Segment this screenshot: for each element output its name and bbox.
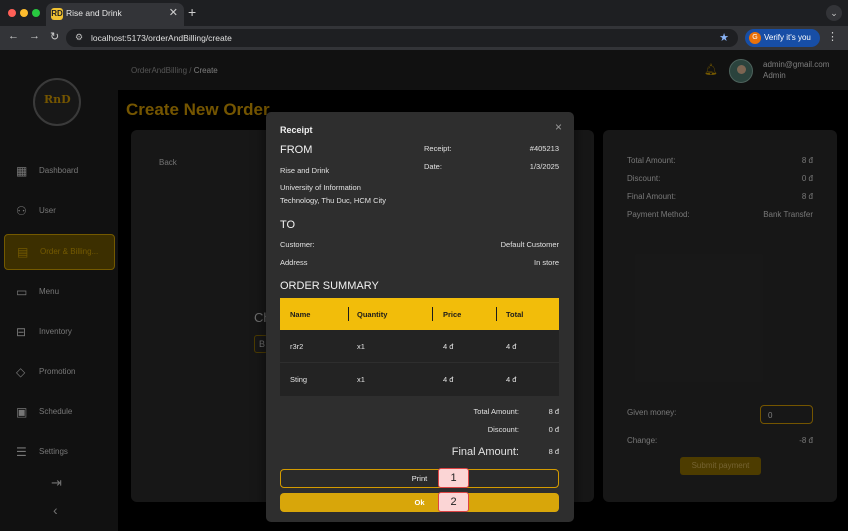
modal-final-label: Final Amount: <box>451 446 519 458</box>
receipt-label: Receipt: <box>424 144 452 153</box>
customer-label: Customer: <box>280 240 315 249</box>
annotation-badge-1: 1 <box>438 468 469 488</box>
cell-total: 4 đ <box>506 375 517 384</box>
tab-search-icon[interactable]: ⌄ <box>826 5 842 21</box>
cell-name: r3r2 <box>290 342 304 351</box>
column-divider <box>432 307 433 321</box>
site-info-icon[interactable]: ⚙ <box>75 32 83 43</box>
date-value: 1/3/2025 <box>529 162 559 171</box>
receipt-modal: Receipt × FROM Receipt: #405213 Rise and… <box>266 112 574 522</box>
close-tab-icon[interactable]: ✕ <box>169 6 178 19</box>
store-address-line1: University of Information <box>280 183 361 192</box>
modal-title: Receipt <box>280 125 313 135</box>
browser-tab-bar: RD Rise and Drink ✕ + ⌄ <box>0 0 848 26</box>
customer-value: Default Customer <box>500 240 559 249</box>
forward-arrow-icon[interactable]: → <box>29 30 40 42</box>
order-items-table: Name Quantity Price Total r3r2 x1 4 đ 4 … <box>280 298 559 396</box>
modal-total-label: Total Amount: <box>473 407 519 416</box>
table-header: Name Quantity Price Total <box>280 298 559 330</box>
reload-icon[interactable]: ↻ <box>50 30 59 43</box>
column-header-price: Price <box>443 310 462 319</box>
verify-button[interactable]: G Verify it's you <box>745 29 820 47</box>
table-row: r3r2 x1 4 đ 4 đ <box>280 330 559 363</box>
date-label: Date: <box>424 162 442 171</box>
modal-discount-label: Discount: <box>487 425 519 434</box>
new-tab-button[interactable]: + <box>188 4 196 20</box>
ok-button[interactable]: Ok <box>280 493 559 512</box>
print-button[interactable]: Print <box>280 469 559 488</box>
modal-final-value: 8 đ <box>548 447 559 456</box>
profile-icon: G <box>749 32 761 44</box>
bookmark-star-icon[interactable]: ★ <box>719 31 729 44</box>
column-divider <box>348 307 349 321</box>
table-row: Sting x1 4 đ 4 đ <box>280 363 559 396</box>
modal-total-value: 8 đ <box>548 407 559 416</box>
maximize-window-dot[interactable] <box>32 9 40 17</box>
cell-name: Sting <box>290 375 308 384</box>
close-window-dot[interactable] <box>8 9 16 17</box>
store-address-line2: Technology, Thu Duc, HCM City <box>280 196 387 205</box>
store-name: Rise and Drink <box>280 166 330 175</box>
cell-quantity: x1 <box>357 342 365 351</box>
close-icon[interactable]: × <box>555 120 562 134</box>
column-header-quantity: Quantity <box>357 310 388 319</box>
from-heading: FROM <box>280 144 313 156</box>
address-label: Address <box>280 258 308 267</box>
cell-quantity: x1 <box>357 375 365 384</box>
order-summary-heading: ORDER SUMMARY <box>280 280 379 292</box>
cell-price: 4 đ <box>443 342 454 351</box>
favicon-icon: RD <box>51 8 63 20</box>
column-divider <box>496 307 497 321</box>
to-heading: TO <box>280 219 296 231</box>
more-menu-icon[interactable]: ⋮ <box>827 30 838 43</box>
column-header-name: Name <box>290 310 311 319</box>
address-bar[interactable]: ⚙ localhost:5173/orderAndBilling/create … <box>66 29 738 47</box>
verify-label: Verify it's you <box>764 33 811 42</box>
minimize-window-dot[interactable] <box>20 9 28 17</box>
back-arrow-icon[interactable]: ← <box>8 30 19 42</box>
annotation-badge-2: 2 <box>438 492 469 512</box>
receipt-number: #405213 <box>529 144 559 153</box>
cell-price: 4 đ <box>443 375 454 384</box>
browser-tab[interactable]: RD Rise and Drink ✕ <box>46 3 184 26</box>
url-text: localhost:5173/orderAndBilling/create <box>91 33 232 43</box>
tab-title: Rise and Drink <box>66 8 122 18</box>
column-header-total: Total <box>506 310 524 319</box>
cell-total: 4 đ <box>506 342 517 351</box>
address-value: In store <box>533 258 559 267</box>
browser-toolbar: ← → ↻ ⚙ localhost:5173/orderAndBilling/c… <box>0 26 848 50</box>
modal-discount-value: 0 đ <box>548 425 559 434</box>
